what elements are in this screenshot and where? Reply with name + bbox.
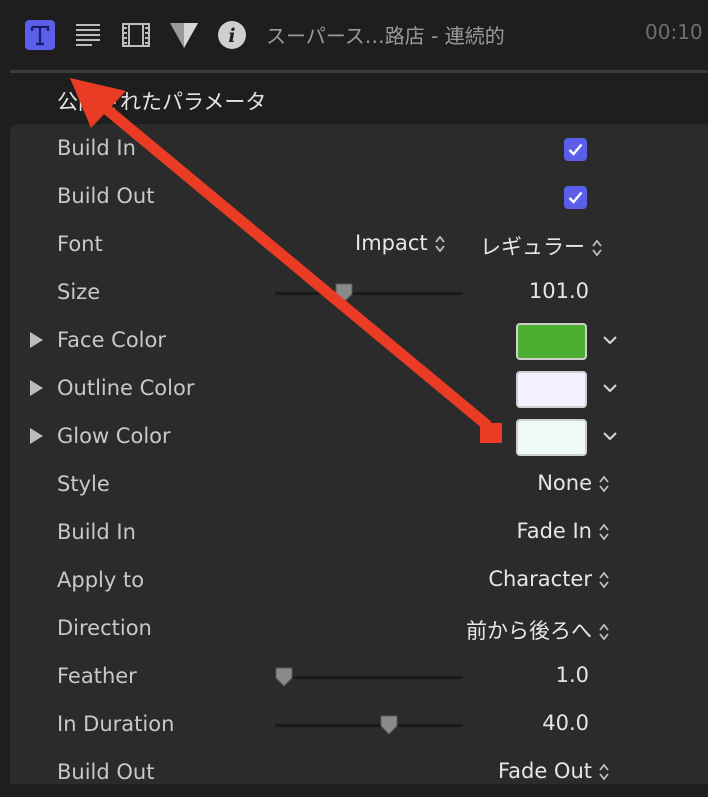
- row-label: Outline Color: [57, 376, 195, 400]
- slider-knob[interactable]: [275, 667, 293, 687]
- feather-value[interactable]: 1.0: [556, 663, 589, 687]
- svg-text:i: i: [228, 25, 235, 47]
- direction-value: 前から後ろへ: [466, 619, 592, 643]
- row-label: Build Out: [57, 184, 155, 208]
- row-label: In Duration: [57, 712, 175, 736]
- section-header[interactable]: 公開されたパラメータ: [0, 76, 708, 124]
- row-build-out: Build Out: [0, 173, 708, 221]
- outline-color-swatch[interactable]: [516, 371, 587, 408]
- section-title: 公開されたパラメータ: [57, 90, 267, 114]
- row-face-color: Face Color: [0, 317, 708, 365]
- feather-slider[interactable]: [275, 667, 463, 687]
- row-label: Feather: [57, 664, 137, 688]
- build-in-effect-popup[interactable]: Fade In: [517, 519, 610, 543]
- toolbar-divider: [10, 70, 708, 73]
- row-build-in-effect: Build In Fade In: [0, 509, 708, 557]
- row-in-duration: In Duration 40.0: [0, 701, 708, 749]
- size-value[interactable]: 101.0: [529, 279, 589, 303]
- in-duration-value[interactable]: 40.0: [542, 711, 589, 735]
- disclosure-triangle-icon[interactable]: [30, 380, 43, 396]
- face-color-swatch[interactable]: [516, 323, 587, 360]
- row-label: Style: [57, 472, 110, 496]
- info-icon[interactable]: i: [216, 19, 248, 51]
- clip-title: スーパース…路店 - 連続的: [266, 24, 505, 48]
- font-family-popup[interactable]: Impact: [355, 231, 446, 255]
- build-in-checkbox[interactable]: [564, 138, 587, 161]
- stepper-icon: [599, 475, 609, 493]
- text-inspector-icon[interactable]: [24, 19, 56, 51]
- stepper-icon: [592, 239, 602, 257]
- stepper-icon: [599, 523, 609, 541]
- row-font: Font Impact レギュラー: [0, 221, 708, 269]
- font-weight-popup[interactable]: レギュラー: [480, 231, 603, 261]
- row-apply-to: Apply to Character: [0, 557, 708, 605]
- in-duration-slider[interactable]: [275, 715, 463, 735]
- stepper-icon: [599, 623, 609, 641]
- timecode: 00:10: [645, 20, 703, 44]
- stepper-icon: [599, 763, 609, 781]
- shape-icon[interactable]: [168, 19, 200, 51]
- apply-to-value: Character: [488, 567, 592, 591]
- slider-knob[interactable]: [335, 283, 353, 303]
- film-icon[interactable]: [120, 19, 152, 51]
- row-label: Direction: [57, 616, 152, 640]
- chevron-down-icon[interactable]: [602, 334, 618, 346]
- row-direction: Direction 前から後ろへ: [0, 605, 708, 653]
- checkmark-icon: [568, 191, 583, 204]
- row-label: Size: [57, 280, 101, 304]
- inspector-toolbar: i スーパース…路店 - 連続的 00:10: [0, 0, 708, 70]
- size-slider[interactable]: [275, 283, 463, 303]
- row-build-out-effect: Build Out Fade Out: [0, 749, 708, 797]
- checkmark-icon: [568, 143, 583, 156]
- stepper-icon: [434, 235, 445, 253]
- row-feather: Feather 1.0: [0, 653, 708, 701]
- row-label: Build In: [57, 520, 136, 544]
- font-weight-value: レギュラー: [480, 235, 585, 259]
- row-build-in: Build In: [0, 125, 708, 173]
- build-out-checkbox[interactable]: [564, 186, 587, 209]
- build-out-effect-popup[interactable]: Fade Out: [498, 759, 610, 783]
- disclosure-triangle-icon[interactable]: [30, 428, 43, 444]
- direction-popup[interactable]: 前から後ろへ: [466, 615, 610, 645]
- apply-to-popup[interactable]: Character: [488, 567, 610, 591]
- chevron-down-icon[interactable]: [602, 430, 618, 442]
- glow-color-swatch[interactable]: [516, 419, 587, 456]
- style-popup[interactable]: None: [537, 471, 610, 495]
- row-label: Font: [57, 232, 103, 256]
- build-in-effect-value: Fade In: [516, 519, 592, 543]
- row-label: Build In: [57, 136, 136, 160]
- row-label: Face Color: [57, 328, 166, 352]
- row-glow-color: Glow Color: [0, 413, 708, 461]
- chevron-down-icon[interactable]: [602, 382, 618, 394]
- row-size: Size 101.0: [0, 269, 708, 317]
- paragraph-icon[interactable]: [72, 19, 104, 51]
- row-outline-color: Outline Color: [0, 365, 708, 413]
- style-value: None: [537, 471, 592, 495]
- row-label: Glow Color: [57, 424, 171, 448]
- row-label: Apply to: [57, 568, 145, 592]
- stepper-icon: [599, 571, 609, 589]
- row-style: Style None: [0, 461, 708, 509]
- disclosure-triangle-icon[interactable]: [30, 332, 43, 348]
- row-label: Build Out: [57, 760, 155, 784]
- slider-knob[interactable]: [380, 715, 398, 735]
- build-out-effect-value: Fade Out: [497, 759, 592, 783]
- font-family-value: Impact: [355, 231, 428, 255]
